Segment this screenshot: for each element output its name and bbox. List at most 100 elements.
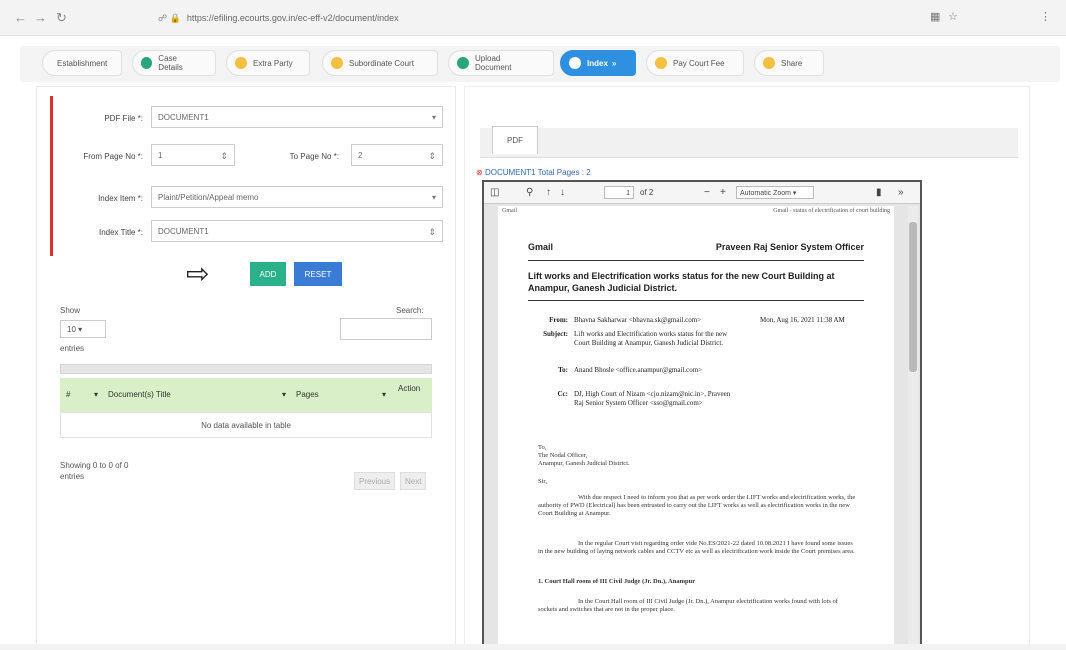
index-form: PDF File *: DOCUMENT1 ▾ From Page No *: 1…	[50, 96, 450, 256]
close-icon[interactable]: ⊗	[476, 168, 483, 177]
reset-button[interactable]: RESET	[294, 262, 342, 286]
document-info: ⊗ DOCUMENT1 Total Pages : 2	[476, 168, 591, 177]
pdf-scroll-thumb[interactable]	[909, 222, 917, 372]
caret-down-icon: ▾	[431, 193, 436, 202]
letter-salutation: Sir,	[538, 478, 547, 485]
check-icon	[141, 57, 153, 69]
step-pay-court-fee[interactable]: Pay Court Fee	[646, 50, 744, 76]
step-label: Establishment	[57, 58, 108, 68]
add-button[interactable]: ADD	[250, 262, 286, 286]
current-icon	[569, 57, 581, 69]
sort-icon: ▾	[282, 390, 287, 399]
next-button[interactable]: Next	[400, 472, 427, 490]
pending-icon	[763, 57, 775, 69]
col-header-pages[interactable]: Pages	[296, 390, 319, 399]
index-item-label: Index Item *:	[98, 194, 143, 203]
pdf-viewer: ◫ ⚲ ↑ ↓ 1 of 2 − + Automatic Zoom ▾ ▮ » …	[482, 180, 922, 650]
zoom-select[interactable]: Automatic Zoom ▾	[736, 186, 814, 199]
sender-heading: Praveen Raj Senior System Officer	[715, 242, 864, 252]
tab-pdf[interactable]: PDF	[492, 126, 538, 154]
preview-tab-strip	[480, 128, 1018, 158]
sort-icon: ▾	[94, 390, 99, 399]
col-header-action[interactable]: Action	[398, 384, 420, 393]
search-input[interactable]	[340, 318, 432, 340]
letter-paragraph-3: In the Court Hall room of III Civil Judg…	[538, 598, 838, 613]
step-upload-document[interactable]: Upload Document	[448, 50, 554, 76]
menu-icon[interactable]: ⋮	[1040, 10, 1051, 23]
address-bar[interactable]: ☍ 🔒 https://efiling.ecourts.gov.in/ec-eff…	[158, 8, 918, 28]
pdf-file-value: DOCUMENT1	[158, 113, 209, 122]
from-page-value: 1	[158, 151, 163, 160]
sort-icon: ▾	[382, 390, 387, 399]
horizontal-scrollbar[interactable]	[60, 364, 432, 374]
entries-label: entries	[60, 344, 85, 353]
reload-icon[interactable]: ↻	[56, 10, 67, 26]
pdf-file-select[interactable]: DOCUMENT1 ▾	[151, 106, 443, 128]
arrow-right-icon: ⇨	[186, 258, 210, 289]
letter-paragraph-1: With due respect I need to inform you th…	[538, 494, 856, 517]
step-case-details[interactable]: Case Details	[132, 50, 216, 76]
email-date: Mon, Aug 16, 2021 11:38 AM	[760, 316, 845, 324]
more-tools-icon[interactable]: »	[898, 187, 904, 198]
search-icon[interactable]: ⚲	[526, 187, 533, 198]
double-chevron-icon: »	[611, 58, 617, 68]
step-subordinate-court[interactable]: Subordinate Court	[322, 50, 438, 76]
sidebar-toggle-icon[interactable]: ◫	[490, 187, 499, 198]
check-icon	[457, 57, 469, 69]
table-empty-row: No data available in table	[60, 412, 432, 438]
zoom-in-icon[interactable]: +	[720, 187, 726, 198]
step-label: Case Details	[158, 54, 183, 72]
entries-select[interactable]: 10 ▾	[60, 320, 106, 338]
search-label: Search:	[396, 306, 424, 315]
step-establishment[interactable]: Establishment	[42, 50, 122, 76]
step-extra-party[interactable]: Extra Party	[226, 50, 310, 76]
pdf-file-label: PDF File *:	[104, 114, 143, 123]
pending-icon	[655, 57, 667, 69]
next-page-icon[interactable]: ↓	[560, 187, 565, 198]
step-label: Pay Court Fee	[673, 58, 725, 68]
step-share[interactable]: Share	[754, 50, 824, 76]
step-index[interactable]: Index»	[560, 50, 636, 76]
email-subject-title: Lift works and Electrification works sta…	[528, 271, 835, 293]
previous-button[interactable]: Previous	[354, 472, 396, 490]
to-label: To:	[558, 366, 568, 374]
from-page-input[interactable]: 1 ⇕	[151, 144, 235, 166]
divider	[528, 260, 864, 261]
to-page-input[interactable]: 2 ⇕	[351, 144, 443, 166]
to-value: Anand Bhosle <office.anampur@gmail.com>	[574, 366, 703, 374]
letter-to: To,	[538, 444, 547, 451]
prev-page-icon[interactable]: ↑	[546, 187, 551, 198]
letter-section-1: 1. Court Hall room of III Civil Judge (J…	[538, 578, 696, 585]
url-text: https://efiling.ecourts.gov.in/ec-eff-v2…	[186, 13, 399, 23]
reader-icon[interactable]: ▦	[930, 10, 940, 23]
index-item-select[interactable]: Plaint/Petition/Appeal memo ▾	[151, 186, 443, 208]
page-number-input[interactable]: 1	[604, 186, 634, 199]
page-header-left: Gmail	[502, 208, 517, 214]
step-label: Upload Document	[475, 54, 512, 72]
index-title-input[interactable]: DOCUMENT1 ⇕	[151, 220, 443, 242]
col-header-index[interactable]: #	[66, 390, 70, 399]
letter-to-3: Anampur, Ganesh Judicial District.	[538, 460, 630, 467]
index-table-panel: Show 10 ▾ entries Search: # ▾ Document(s…	[52, 294, 440, 494]
step-label: Extra Party	[253, 58, 293, 68]
back-icon[interactable]: ←	[14, 10, 27, 25]
favorite-icon[interactable]: ☆	[948, 10, 958, 23]
step-label: Subordinate Court	[349, 58, 414, 68]
col-header-title[interactable]: Document(s) Title	[108, 390, 171, 399]
from-page-label: From Page No *:	[83, 152, 143, 161]
subject-value: Lift works and Electrification works sta…	[574, 330, 728, 347]
wizard-stepper: Establishment Case Details Extra Party S…	[20, 46, 1060, 82]
cc-label: Cc:	[557, 390, 569, 398]
stepper-icon[interactable]: ⇕	[220, 145, 228, 167]
to-page-label: To Page No *:	[289, 152, 339, 161]
bottom-edge	[0, 644, 1066, 650]
forward-icon[interactable]: →	[34, 10, 47, 25]
bookmark-icon[interactable]: ▮	[876, 187, 882, 198]
lock-icon: ☍ 🔒	[158, 13, 181, 23]
stepper-icon[interactable]: ⇕	[428, 145, 436, 167]
pending-icon	[331, 57, 343, 69]
stepper-icon[interactable]: ⇕	[428, 221, 436, 243]
letter-paragraph-2: In the regular Court visit regarding ord…	[538, 540, 855, 555]
zoom-out-icon[interactable]: −	[704, 187, 710, 198]
pending-icon	[235, 57, 247, 69]
